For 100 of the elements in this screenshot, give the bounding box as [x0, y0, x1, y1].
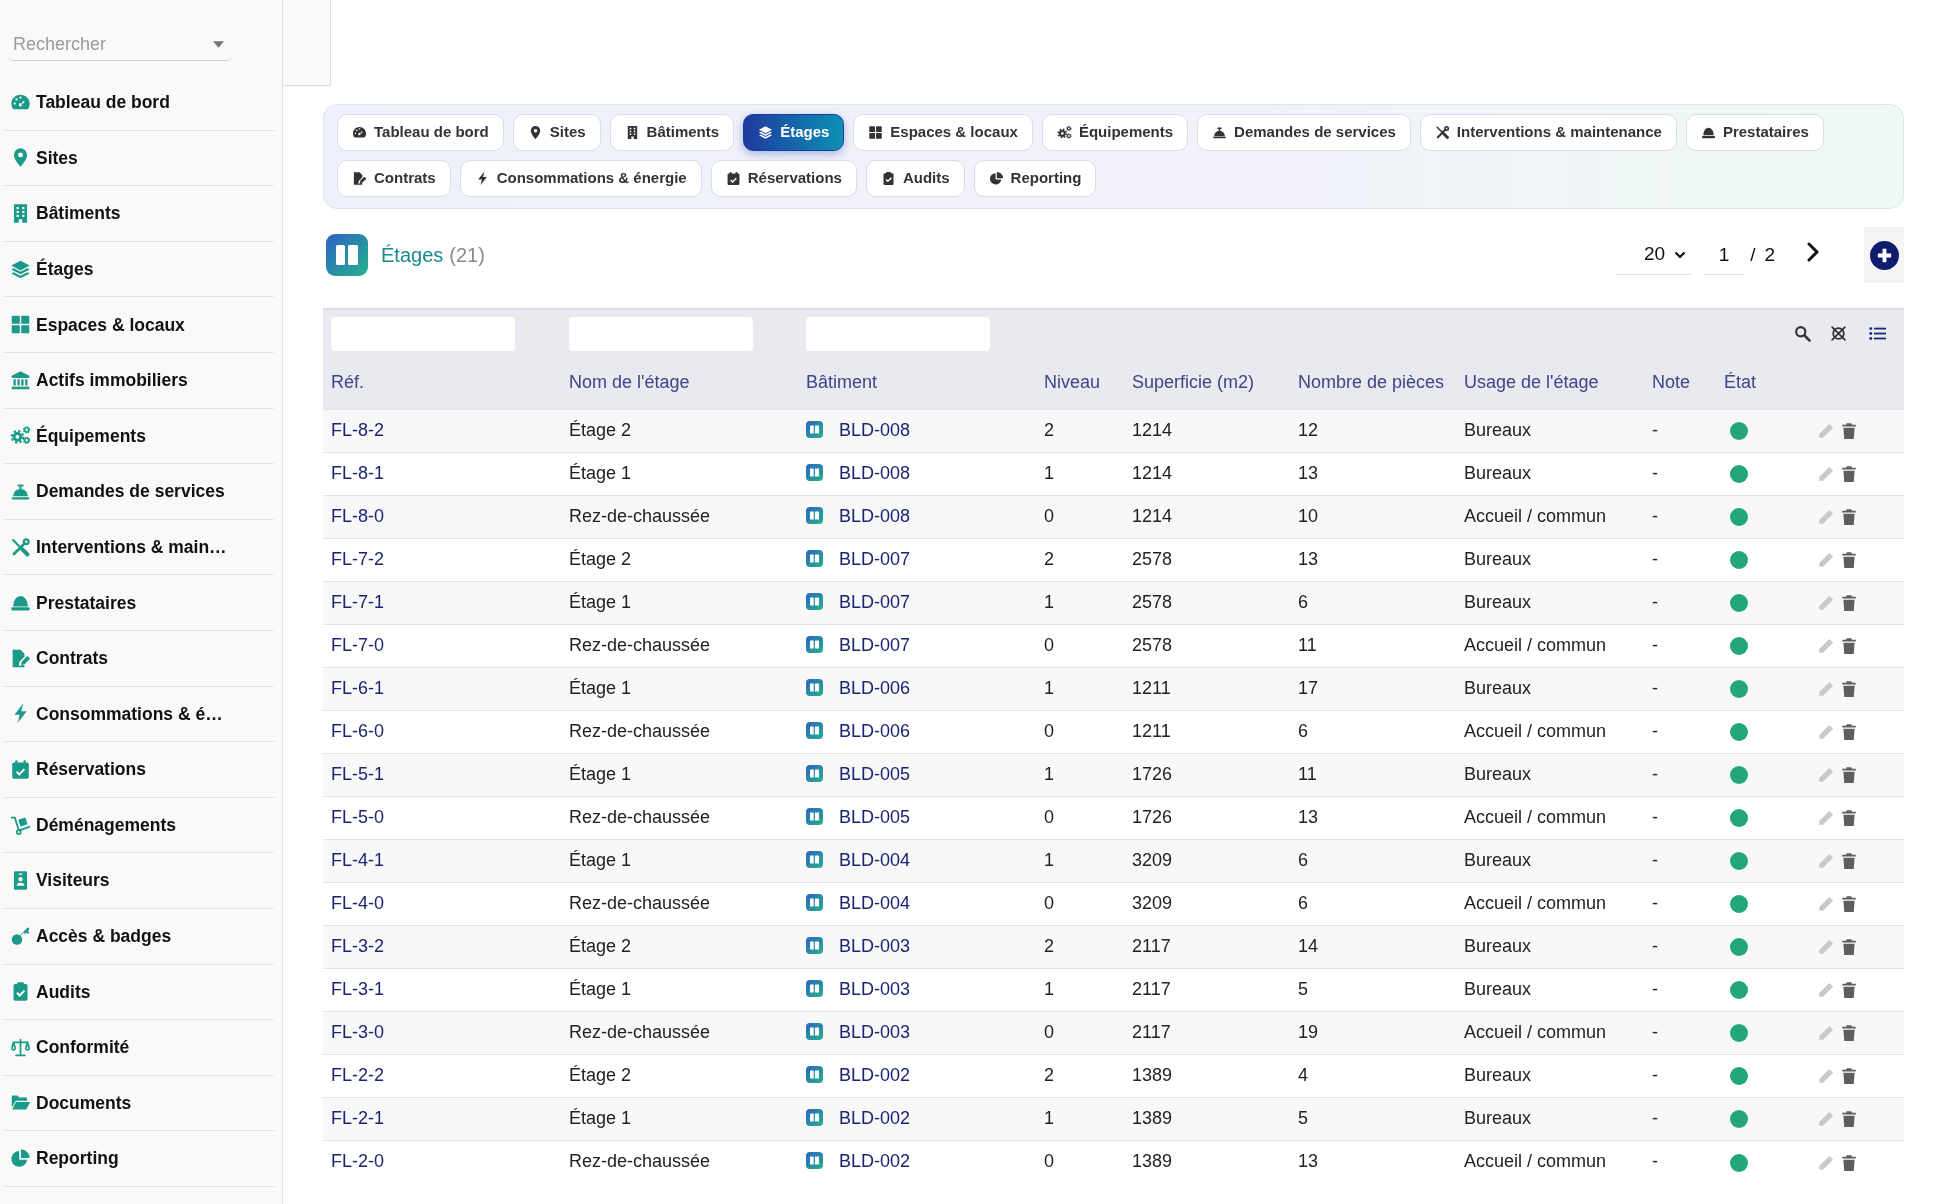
- tab[interactable]: Équipements: [1041, 114, 1189, 151]
- building-link[interactable]: BLD-004: [839, 850, 911, 870]
- building-link[interactable]: BLD-008: [839, 420, 911, 440]
- floor-link[interactable]: FL-2-0: [331, 1151, 384, 1172]
- tab[interactable]: Demandes de services: [1197, 114, 1411, 151]
- sidebar-item[interactable]: Contrats: [3, 630, 274, 687]
- building-link[interactable]: BLD-002: [839, 1065, 911, 1085]
- building-link[interactable]: BLD-002: [839, 1151, 911, 1172]
- sidebar-item[interactable]: Documents: [3, 1075, 274, 1132]
- building-link[interactable]: BLD-005: [839, 764, 911, 784]
- building-link[interactable]: BLD-008: [839, 506, 911, 526]
- floor-link[interactable]: FL-7-2: [331, 549, 384, 569]
- sidebar-item[interactable]: Audits: [3, 964, 274, 1021]
- sidebar-item[interactable]: Conformité: [3, 1020, 274, 1076]
- floor-link[interactable]: FL-6-0: [331, 721, 384, 741]
- tab[interactable]: Réservations: [710, 160, 857, 197]
- building-link[interactable]: BLD-007: [839, 635, 911, 655]
- sidebar-item[interactable]: Reporting: [3, 1131, 274, 1187]
- page-field[interactable]: 1: [1704, 235, 1745, 275]
- building-link[interactable]: BLD-008: [839, 463, 911, 483]
- tab[interactable]: Reporting: [973, 160, 1097, 197]
- sidebar-item[interactable]: Interventions & main…: [3, 519, 274, 576]
- sidebar-item[interactable]: Prestataires: [3, 575, 274, 631]
- floor-link[interactable]: FL-3-2: [331, 936, 384, 956]
- building-link[interactable]: BLD-005: [839, 807, 911, 827]
- trash-icon[interactable]: [1840, 1067, 1858, 1086]
- building-link[interactable]: BLD-004: [839, 893, 911, 913]
- trash-icon[interactable]: [1840, 938, 1858, 957]
- tab[interactable]: Sites: [512, 114, 601, 151]
- column-header[interactable]: Nombre de pièces: [1290, 357, 1456, 409]
- sidebar-item[interactable]: Étages: [3, 241, 274, 298]
- tab[interactable]: Contrats: [337, 160, 451, 197]
- column-header[interactable]: Nom de l'étage: [561, 357, 798, 409]
- tab[interactable]: Espaces & locaux: [853, 114, 1033, 151]
- trash-icon[interactable]: [1840, 809, 1858, 828]
- sidebar-item[interactable]: Demandes de services: [3, 464, 274, 520]
- trash-icon[interactable]: [1840, 1024, 1858, 1043]
- trash-icon[interactable]: [1840, 1110, 1858, 1129]
- trash-icon[interactable]: [1840, 680, 1858, 699]
- column-header[interactable]: Bâtiment: [798, 357, 1036, 409]
- tab[interactable]: Bâtiments: [609, 114, 735, 151]
- floor-link[interactable]: FL-4-1: [331, 850, 384, 870]
- list-icon[interactable]: [1869, 325, 1886, 342]
- sidebar-item[interactable]: Bâtiments: [3, 186, 274, 242]
- column-header[interactable]: Note: [1644, 357, 1716, 409]
- sidebar-item[interactable]: Espaces & locaux: [3, 297, 274, 353]
- sidebar-item[interactable]: Consommations & é…: [3, 686, 274, 743]
- trash-icon[interactable]: [1840, 766, 1858, 785]
- floor-link[interactable]: FL-8-1: [331, 463, 384, 483]
- floor-link[interactable]: FL-3-1: [331, 979, 384, 999]
- tab[interactable]: Consommations & énergie: [459, 160, 702, 197]
- add-button[interactable]: [1864, 227, 1904, 283]
- trash-icon[interactable]: [1840, 508, 1858, 527]
- building-link[interactable]: BLD-003: [839, 1022, 911, 1042]
- building-link[interactable]: BLD-003: [839, 979, 911, 999]
- sidebar-item[interactable]: Visiteurs: [3, 853, 274, 909]
- sidebar-item[interactable]: Réservations: [3, 742, 274, 798]
- column-header[interactable]: Usage de l'étage: [1456, 357, 1644, 409]
- floor-link[interactable]: FL-8-0: [331, 506, 384, 526]
- column-header[interactable]: Niveau: [1036, 357, 1124, 409]
- floor-link[interactable]: FL-7-1: [331, 592, 384, 612]
- trash-icon[interactable]: [1840, 422, 1858, 441]
- caret-down-icon[interactable]: [213, 41, 224, 48]
- trash-icon[interactable]: [1840, 895, 1858, 914]
- column-header[interactable]: État: [1716, 357, 1790, 409]
- building-link[interactable]: BLD-007: [839, 592, 911, 612]
- search-icon[interactable]: [1794, 325, 1811, 342]
- page-size-select[interactable]: 20: [1615, 235, 1692, 275]
- trash-icon[interactable]: [1840, 637, 1858, 656]
- floor-link[interactable]: FL-2-1: [331, 1108, 384, 1128]
- floor-link[interactable]: FL-5-0: [331, 807, 384, 827]
- floor-link[interactable]: FL-8-2: [331, 420, 384, 440]
- trash-icon[interactable]: [1840, 981, 1858, 1000]
- building-link[interactable]: BLD-003: [839, 936, 911, 956]
- sidebar-item[interactable]: Tableau de bord: [3, 75, 274, 131]
- tab[interactable]: Prestataires: [1685, 114, 1824, 151]
- sidebar-item[interactable]: Accès & badges: [3, 908, 274, 965]
- floor-link[interactable]: FL-5-1: [331, 764, 384, 784]
- sidebar-item[interactable]: Sites: [3, 130, 274, 187]
- sidebar-item[interactable]: Déménagements: [3, 797, 274, 854]
- trash-icon[interactable]: [1840, 1153, 1858, 1172]
- floor-link[interactable]: FL-2-2: [331, 1065, 384, 1085]
- tab[interactable]: Audits: [865, 160, 965, 197]
- trash-icon[interactable]: [1840, 551, 1858, 570]
- floor-link[interactable]: FL-4-0: [331, 893, 384, 913]
- sidebar-item[interactable]: Actifs immobiliers: [3, 352, 274, 409]
- tab[interactable]: Interventions & maintenance: [1419, 114, 1677, 151]
- trash-icon[interactable]: [1840, 465, 1858, 484]
- column-header[interactable]: Réf.: [323, 357, 561, 409]
- trash-icon[interactable]: [1840, 723, 1858, 742]
- floor-link[interactable]: FL-7-0: [331, 635, 384, 655]
- chevron-right-icon[interactable]: [1807, 242, 1819, 262]
- building-link[interactable]: BLD-006: [839, 678, 911, 698]
- search-field[interactable]: Rechercher: [8, 28, 232, 61]
- building-link[interactable]: BLD-002: [839, 1108, 911, 1128]
- column-header[interactable]: Superficie (m2): [1124, 357, 1290, 409]
- sidebar-item[interactable]: Équipements: [3, 408, 274, 465]
- crossed-circle-icon[interactable]: [1830, 325, 1847, 342]
- tab[interactable]: Tableau de bord: [337, 114, 504, 151]
- floor-link[interactable]: FL-3-0: [331, 1022, 384, 1042]
